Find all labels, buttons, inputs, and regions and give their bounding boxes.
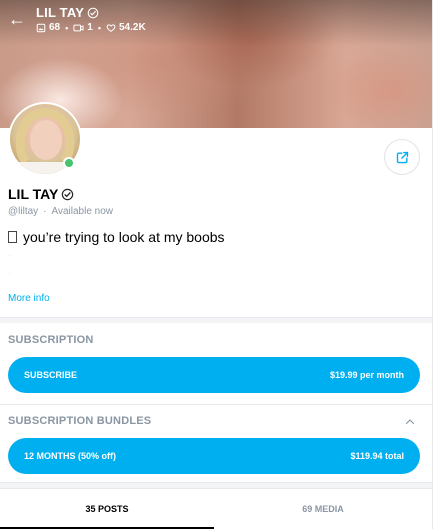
missing-glyph-icon [8,231,17,243]
videos-stat: 1 [73,22,93,33]
section-divider [0,317,432,323]
bio-faint-mark: . [9,252,11,258]
avatar-face [30,120,62,160]
handle-row: @liltay · Available now [8,206,113,217]
heart-icon [106,23,116,32]
handle-separator: · [43,206,47,217]
bio-text: you’re trying to look at my boobs [23,229,225,245]
more-info-link[interactable]: More info [8,293,50,304]
back-arrow-icon[interactable]: ← [6,8,28,30]
content-tabs: 35 POSTS 69 MEDIA [0,488,432,529]
top-bar: ← LIL TAY 68 • 1 • 54.2K [0,0,432,40]
bundles-title: SUBSCRIPTION BUNDLES [8,415,152,427]
subscribe-button[interactable]: SUBSCRIBE $19.99 per month [8,357,420,393]
subscribe-label: SUBSCRIBE [24,370,78,380]
stat-separator: • [65,22,69,33]
bio-faint-mark: . [9,270,11,276]
profile-handle: @liltay [8,206,39,217]
profile-name-text: LIL TAY [8,186,59,202]
likes-count: 54.2K [119,22,146,33]
header-stats: 68 • 1 • 54.2K [36,22,146,33]
availability-status: Available now [51,206,114,217]
bundle-12-months-button[interactable]: 12 MONTHS (50% off) $119.94 total [8,438,420,474]
bundle-price: $119.94 total [350,451,404,461]
page-right-border [432,0,433,529]
image-icon [36,23,46,32]
share-icon [396,151,408,163]
photos-count: 68 [49,22,61,33]
online-status-dot [63,157,75,169]
header-title-text: LIL TAY [36,5,85,20]
share-button[interactable] [384,139,420,175]
verified-icon [87,7,99,18]
profile-bio: you’re trying to look at my boobs [8,229,225,245]
videos-count: 1 [87,22,93,33]
header-title: LIL TAY [36,5,99,20]
stat-separator: • [97,22,101,33]
likes-stat: 54.2K [106,22,146,33]
photos-stat: 68 [36,22,60,33]
section-divider [0,404,432,405]
verified-icon [62,188,74,200]
subscription-title: SUBSCRIPTION [8,334,94,346]
bundle-label: 12 MONTHS (50% off) [24,451,117,461]
subscribe-price: $19.99 per month [329,370,404,380]
tab-media[interactable]: 69 MEDIA [216,489,430,529]
profile-name: LIL TAY [8,186,74,202]
chevron-up-icon[interactable] [404,416,416,428]
tab-posts[interactable]: 35 POSTS [0,489,214,529]
video-icon [73,24,84,31]
